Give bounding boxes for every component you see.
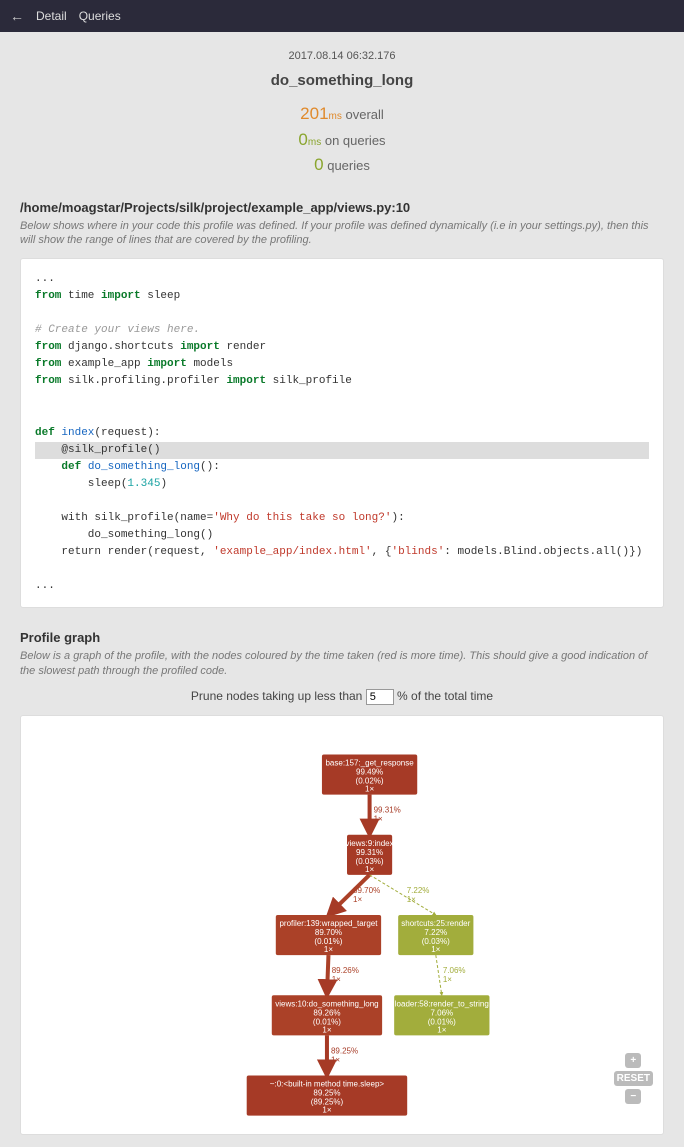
profile-desc: Below is a graph of the profile, with th… xyxy=(20,649,664,679)
stats-block: 201ms overall 0ms on queries 0 queries xyxy=(20,101,664,178)
svg-text:1×: 1× xyxy=(322,1025,331,1034)
stat-overall-num: 201 xyxy=(300,104,328,123)
graph-edge xyxy=(327,955,329,995)
graph-edge xyxy=(328,875,369,915)
prune-line: Prune nodes taking up less than % of the… xyxy=(20,689,664,705)
profile-heading: Profile graph xyxy=(20,630,664,645)
graph-edge xyxy=(436,955,442,995)
graph-node[interactable]: shortcuts:25:render7.22%(0.03%)1× xyxy=(398,915,473,955)
profile-graph[interactable]: 99.31%1×89.70%1×7.22%1×89.26%1×7.06%1×89… xyxy=(20,715,664,1135)
page-title: do_something_long xyxy=(20,72,664,89)
svg-text:loader:58:render_to_string: loader:58:render_to_string xyxy=(395,999,489,1008)
stat-queries-count-num: 0 xyxy=(314,155,323,174)
zoom-in-button[interactable]: + xyxy=(625,1053,641,1068)
svg-text:1×: 1× xyxy=(365,784,374,793)
source-desc: Below shows where in your code this prof… xyxy=(20,219,664,249)
svg-text:1×: 1× xyxy=(331,1055,340,1064)
svg-text:1×: 1× xyxy=(374,814,383,823)
graph-node[interactable]: profiler:139:wrapped_target89.70%(0.01%)… xyxy=(276,915,381,955)
svg-text:views:9:index: views:9:index xyxy=(346,839,394,848)
svg-text:99.49%: 99.49% xyxy=(356,767,383,776)
svg-text:7.22%: 7.22% xyxy=(424,928,447,937)
svg-text:1×: 1× xyxy=(332,975,341,984)
svg-text:profiler:139:wrapped_target: profiler:139:wrapped_target xyxy=(279,919,378,928)
graph-node[interactable]: views:9:index99.31%(0.03%)1× xyxy=(346,834,394,874)
source-path: /home/moagstar/Projects/silk/project/exa… xyxy=(20,200,664,215)
reset-button[interactable]: RESET xyxy=(614,1071,653,1086)
stat-queries-time-unit: ms xyxy=(308,137,321,148)
svg-text:views:10:do_something_long: views:10:do_something_long xyxy=(275,999,378,1008)
svg-text:99.31%: 99.31% xyxy=(374,805,401,814)
graph-node[interactable]: base:157:_get_response99.49%(0.02%)1× xyxy=(322,754,417,794)
svg-text:shortcuts:25:render: shortcuts:25:render xyxy=(401,919,470,928)
code-box: ... from time import sleep # Create your… xyxy=(20,258,664,608)
back-arrow-icon[interactable]: ← xyxy=(10,8,24,24)
nav-detail[interactable]: Detail xyxy=(36,9,67,23)
svg-text:89.70%: 89.70% xyxy=(353,886,380,895)
stat-overall-unit: ms xyxy=(329,111,342,122)
highlighted-line: @silk_profile() xyxy=(35,442,649,459)
svg-text:7.06%: 7.06% xyxy=(443,966,466,975)
svg-text:99.31%: 99.31% xyxy=(356,848,383,857)
topbar: ← Detail Queries xyxy=(0,0,684,32)
svg-text:89.25%: 89.25% xyxy=(331,1046,358,1055)
svg-text:1×: 1× xyxy=(322,1105,331,1114)
graph-node[interactable]: ~:0:<built-in method time.sleep>89.25%(8… xyxy=(247,1075,408,1115)
svg-text:1×: 1× xyxy=(353,895,362,904)
zoom-out-button[interactable]: − xyxy=(625,1089,641,1104)
stat-queries-time-label: on queries xyxy=(321,133,385,148)
svg-text:1×: 1× xyxy=(324,945,333,954)
svg-text:1×: 1× xyxy=(365,865,374,874)
graph-svg[interactable]: 99.31%1×89.70%1×7.22%1×89.26%1×7.06%1×89… xyxy=(21,716,663,1134)
stat-overall-label: overall xyxy=(342,107,384,122)
svg-text:7.22%: 7.22% xyxy=(407,886,430,895)
stat-queries-count-label: queries xyxy=(324,158,370,173)
svg-text:1×: 1× xyxy=(431,945,440,954)
svg-text:89.70%: 89.70% xyxy=(315,928,342,937)
graph-controls: + RESET − xyxy=(614,1053,653,1104)
svg-text:89.26%: 89.26% xyxy=(313,1008,340,1017)
prune-input[interactable] xyxy=(366,689,394,705)
graph-node[interactable]: loader:58:render_to_string7.06%(0.01%)1× xyxy=(394,995,489,1035)
svg-text:1×: 1× xyxy=(407,895,416,904)
stat-queries-time-num: 0 xyxy=(298,130,307,149)
svg-text:89.26%: 89.26% xyxy=(332,966,359,975)
svg-text:1×: 1× xyxy=(443,975,452,984)
graph-node[interactable]: views:10:do_something_long89.26%(0.01%)1… xyxy=(272,995,382,1035)
timestamp: 2017.08.14 06:32.176 xyxy=(20,50,664,62)
svg-text:7.06%: 7.06% xyxy=(430,1008,453,1017)
graph-edge xyxy=(370,875,436,915)
svg-text:base:157:_get_response: base:157:_get_response xyxy=(325,758,414,767)
svg-text:~:0:<built-in method time.slee: ~:0:<built-in method time.sleep> xyxy=(270,1079,385,1088)
svg-text:89.25%: 89.25% xyxy=(313,1088,340,1097)
svg-text:1×: 1× xyxy=(437,1025,446,1034)
nav-queries[interactable]: Queries xyxy=(79,9,121,23)
